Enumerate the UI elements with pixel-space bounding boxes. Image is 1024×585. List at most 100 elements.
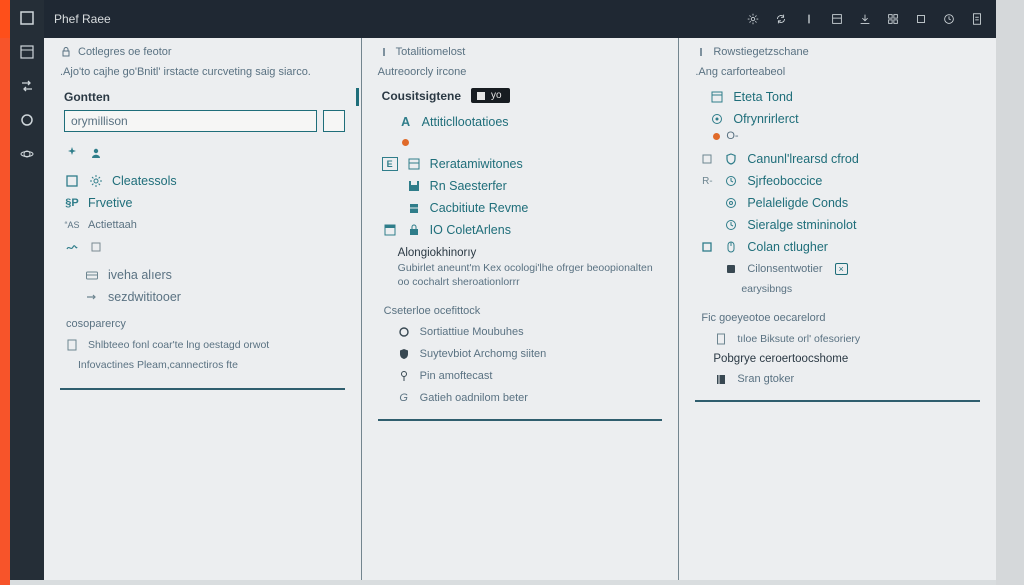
topbar-clock-icon[interactable]	[940, 10, 958, 28]
col1-title: Cotlegres oe feotor	[78, 46, 172, 58]
pipe-icon	[695, 46, 707, 58]
topbar-refresh-icon[interactable]	[772, 10, 790, 28]
item-user[interactable]	[60, 142, 345, 164]
c3-item-canunl[interactable]: Canunl'lrearsd cfrod	[695, 148, 980, 170]
g2-item2[interactable]: Suytevbiot Archomg siiten	[378, 343, 663, 365]
search-input-value: orymillison	[71, 114, 128, 128]
c3-nested[interactable]: Cilonsentwotier ×	[695, 258, 980, 280]
draw-icon	[64, 239, 80, 255]
sidebar-panel-icon[interactable]	[17, 42, 37, 62]
para-title: Alongiokhinorıy	[398, 247, 663, 259]
g3-item1[interactable]: tıloe Biksute orl' ofesoriery	[695, 328, 980, 350]
col2-section-label: Cousitsigtene	[382, 89, 461, 103]
search-input[interactable]: orymillison	[64, 110, 317, 132]
sp-icon: §P	[64, 195, 80, 211]
sidebar-square-icon[interactable]	[17, 8, 37, 28]
item-label: Actiettaah	[88, 219, 137, 231]
column-categories: Cotlegres oe feotor .Ajo'to cajhe go'Bni…	[44, 38, 361, 580]
active-indicator	[356, 88, 359, 106]
col2-title: Totalitiomelost	[396, 46, 466, 58]
g3-item3[interactable]: Sran gtoker	[695, 368, 980, 390]
item-frvetive[interactable]: §P Frvetive	[60, 192, 345, 214]
item-rerat[interactable]: E Reratamiwitones	[378, 153, 663, 175]
status-chip[interactable]: yo	[471, 88, 510, 103]
arrow-icon	[84, 289, 100, 305]
doc-icon	[64, 337, 80, 353]
col2-group-header: Cseterloe ocefittock	[378, 305, 663, 317]
panel2-icon	[382, 222, 398, 238]
item-label: Gatieh oadnilom beter	[420, 392, 528, 404]
item-dot-indicator	[402, 135, 663, 149]
group1-item1[interactable]: Shlbteeo fonl coar'te lng oestagd orwot	[60, 334, 345, 356]
item-label: Frvetive	[88, 196, 132, 210]
col3-title: Rowstiegetzschane	[713, 46, 808, 58]
nested-sub: earysibngs	[741, 282, 980, 296]
g2-item4[interactable]: G Gatieh oadnilom beter	[378, 387, 663, 409]
c3-item-eteta[interactable]: Eteta Tond	[695, 86, 980, 108]
col3-header: Rowstiegetzschane	[695, 46, 980, 58]
item-label: Eteta Tond	[733, 90, 793, 104]
brand-accent-side	[0, 38, 10, 585]
item-label: Sjrfeoboccice	[747, 174, 822, 188]
item-label: Pobgrye ceroertoocshome	[713, 353, 848, 365]
letter-a-icon: A	[398, 114, 414, 130]
sidebar-orbit-icon[interactable]	[17, 144, 37, 164]
nested-badge: ×	[835, 263, 848, 275]
shield-icon	[723, 151, 739, 167]
c3-item-sjrf[interactable]: R- Sjrfeoboccice	[695, 170, 980, 192]
panel-icon	[406, 156, 422, 172]
square-icon	[64, 173, 80, 189]
topbar-box-icon[interactable]	[912, 10, 930, 28]
item-label: Pelaleligde Conds	[747, 196, 848, 210]
topbar-panel-icon[interactable]	[828, 10, 846, 28]
c3-item-sieral[interactable]: Sieralge stmininolot	[695, 214, 980, 236]
item-actiettaah[interactable]: “AS Actiettaah	[60, 214, 345, 236]
circle-icon	[396, 324, 412, 340]
item-cleatessols[interactable]: Cleatessols	[60, 170, 345, 192]
r-icon: R-	[699, 173, 715, 189]
topbar-gear-icon[interactable]	[744, 10, 762, 28]
g2-item1[interactable]: Sortiattiue Moubuhes	[378, 321, 663, 343]
column-total: Totalitiomelost Autreoorcly ircone Cousi…	[361, 38, 679, 580]
sidebar-circle-icon[interactable]	[17, 110, 37, 130]
topbar-pipe-icon[interactable]	[800, 10, 818, 28]
item-label: Rn Saesterfer	[430, 179, 507, 193]
activity-bar	[10, 0, 44, 580]
item-rnsaest[interactable]: Rn Saesterfer	[378, 175, 663, 197]
item-label: Cacbitiute Revme	[430, 201, 529, 215]
sidebar-transfer-icon[interactable]	[17, 76, 37, 96]
item-attitic[interactable]: A Attiticllootatioes	[378, 111, 663, 133]
user-icon	[88, 145, 104, 161]
topbar-doc-icon[interactable]	[968, 10, 986, 28]
item-iocolet[interactable]: IO ColetArlens	[378, 219, 663, 241]
window-edge	[996, 0, 1024, 585]
topbar-download-icon[interactable]	[856, 10, 874, 28]
item-iveha[interactable]: iveha alıers	[60, 264, 345, 286]
item-label: Pin amoftecast	[420, 370, 493, 382]
setting-icon	[723, 195, 739, 211]
item-label: Sieralge stmininolot	[747, 218, 856, 232]
item-label: Reratamiwitones	[430, 157, 523, 171]
search-submit-button[interactable]	[323, 110, 345, 132]
e-badge-icon: E	[382, 157, 398, 171]
sq-icon	[699, 151, 715, 167]
col1-group-header: cosoparercy	[60, 318, 345, 330]
item-scribble[interactable]	[60, 236, 345, 258]
panel-icon	[709, 89, 725, 105]
para-body: Gubirlet aneunt'm Kex ocologi'lhe ofrger…	[398, 261, 663, 289]
clock2-icon	[723, 217, 739, 233]
c3-item-ofryn[interactable]: Ofrynrirlerct	[695, 108, 980, 130]
group1-item2: Infovactines Pleam,cannectiros fte	[78, 358, 345, 372]
c3-item-colan[interactable]: Colan ctlugher	[695, 236, 980, 258]
item-cacbit[interactable]: Cacbitiute Revme	[378, 197, 663, 219]
item-sezd[interactable]: sezdwititooer	[60, 286, 345, 308]
status-dot-icon	[713, 133, 720, 140]
app-title: Phef Raee	[54, 12, 111, 26]
g3-item2[interactable]: Pobgrye ceroertoocshome	[695, 350, 980, 368]
col1-section-label: Gontten	[64, 90, 345, 104]
c3-item-pelal[interactable]: Pelaleligde Conds	[695, 192, 980, 214]
clock-icon	[723, 173, 739, 189]
g2-item3[interactable]: Pin amoftecast	[378, 365, 663, 387]
divider	[695, 400, 980, 402]
topbar-grid-icon[interactable]	[884, 10, 902, 28]
